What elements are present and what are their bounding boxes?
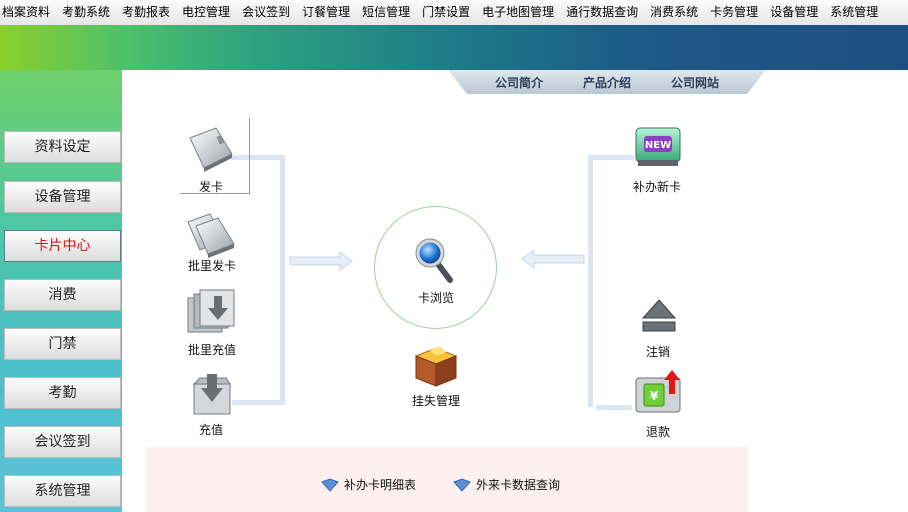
recharge-icon[interactable]	[190, 372, 234, 416]
connector-reissue	[588, 155, 634, 160]
menu-item-archives[interactable]: 档案资料	[0, 0, 56, 25]
eject-icon[interactable]	[640, 296, 678, 336]
cancel-label[interactable]: 注销	[640, 343, 676, 360]
nav-company-site[interactable]: 公司网站	[671, 74, 719, 91]
svg-text:NEW: NEW	[645, 140, 671, 151]
new-card-icon[interactable]: NEW	[632, 124, 684, 170]
menu-item-passage-query[interactable]: 通行数据查询	[560, 0, 644, 25]
top-menu-bar: 档案资料 考勤系统 考勤报表 电控管理 会议签到 订餐管理 短信管理 门禁设置 …	[0, 0, 908, 26]
sidebar-item-system-management[interactable]: 系统管理	[4, 475, 121, 507]
recharge-label[interactable]: 充值	[196, 421, 226, 438]
refund-label[interactable]: 退款	[640, 423, 676, 440]
nav-company-intro[interactable]: 公司简介	[495, 74, 543, 91]
left-connector-line	[280, 157, 285, 405]
sidebar-item-device-management[interactable]: 设备管理	[4, 181, 121, 213]
right-connector-line	[588, 157, 593, 407]
stacked-cards-icon[interactable]	[184, 210, 240, 258]
menu-item-power-control[interactable]: 电控管理	[176, 0, 236, 25]
right-arrow-icon	[289, 251, 353, 271]
refund-icon[interactable]: ¥	[632, 368, 684, 416]
browse-label[interactable]: 卡浏览	[412, 289, 460, 306]
nav-product-intro[interactable]: 产品介绍	[583, 74, 631, 91]
diamond-bullet-icon	[453, 478, 471, 492]
batch-issue-label[interactable]: 批里发卡	[184, 257, 240, 274]
sidebar-item-meeting-signin[interactable]: 会议签到	[4, 426, 121, 458]
menu-item-attendance-report[interactable]: 考勤报表	[116, 0, 176, 25]
issue-card-label[interactable]: 发卡	[196, 178, 226, 195]
menu-item-meeting-signin[interactable]: 会议签到	[236, 0, 296, 25]
sidebar-item-data-settings[interactable]: 资料设定	[4, 131, 121, 163]
batch-recharge-icon[interactable]	[184, 288, 238, 336]
batch-recharge-label[interactable]: 批里充值	[184, 341, 240, 358]
menu-item-card-service[interactable]: 卡务管理	[704, 0, 764, 25]
bottom-links-panel	[146, 447, 748, 512]
diamond-bullet-icon	[321, 478, 339, 492]
sidebar-item-access-control[interactable]: 门禁	[4, 328, 121, 360]
sidebar-item-consumption[interactable]: 消费	[4, 279, 121, 311]
sidebar-item-card-center[interactable]: 卡片中心	[4, 230, 121, 262]
connector-recharge	[232, 400, 284, 405]
menu-item-attendance[interactable]: 考勤系统	[56, 0, 116, 25]
menu-item-access-settings[interactable]: 门禁设置	[416, 0, 476, 25]
connector-refund	[596, 405, 632, 410]
link-reissue-detail[interactable]: 补办卡明细表	[344, 476, 416, 493]
box-icon[interactable]	[412, 342, 460, 388]
menu-item-e-map[interactable]: 电子地图管理	[476, 0, 560, 25]
menu-item-consumption[interactable]: 消费系统	[644, 0, 704, 25]
menu-item-sms[interactable]: 短信管理	[356, 0, 416, 25]
reissue-label[interactable]: 补办新卡	[628, 178, 686, 195]
menu-item-system[interactable]: 系统管理	[824, 0, 884, 25]
left-arrow-icon	[521, 249, 585, 269]
card-icon[interactable]	[184, 124, 236, 172]
svg-text:¥: ¥	[650, 389, 659, 403]
magnifier-icon[interactable]	[412, 236, 456, 284]
menu-item-meal-ordering[interactable]: 订餐管理	[296, 0, 356, 25]
sidebar-item-attendance[interactable]: 考勤	[4, 377, 121, 409]
loss-manage-label[interactable]: 挂失管理	[408, 392, 464, 409]
menu-item-device[interactable]: 设备管理	[764, 0, 824, 25]
link-external-card-query[interactable]: 外来卡数据查询	[476, 476, 560, 493]
top-nav-tabs: 公司简介 产品介绍 公司网站	[448, 70, 766, 94]
